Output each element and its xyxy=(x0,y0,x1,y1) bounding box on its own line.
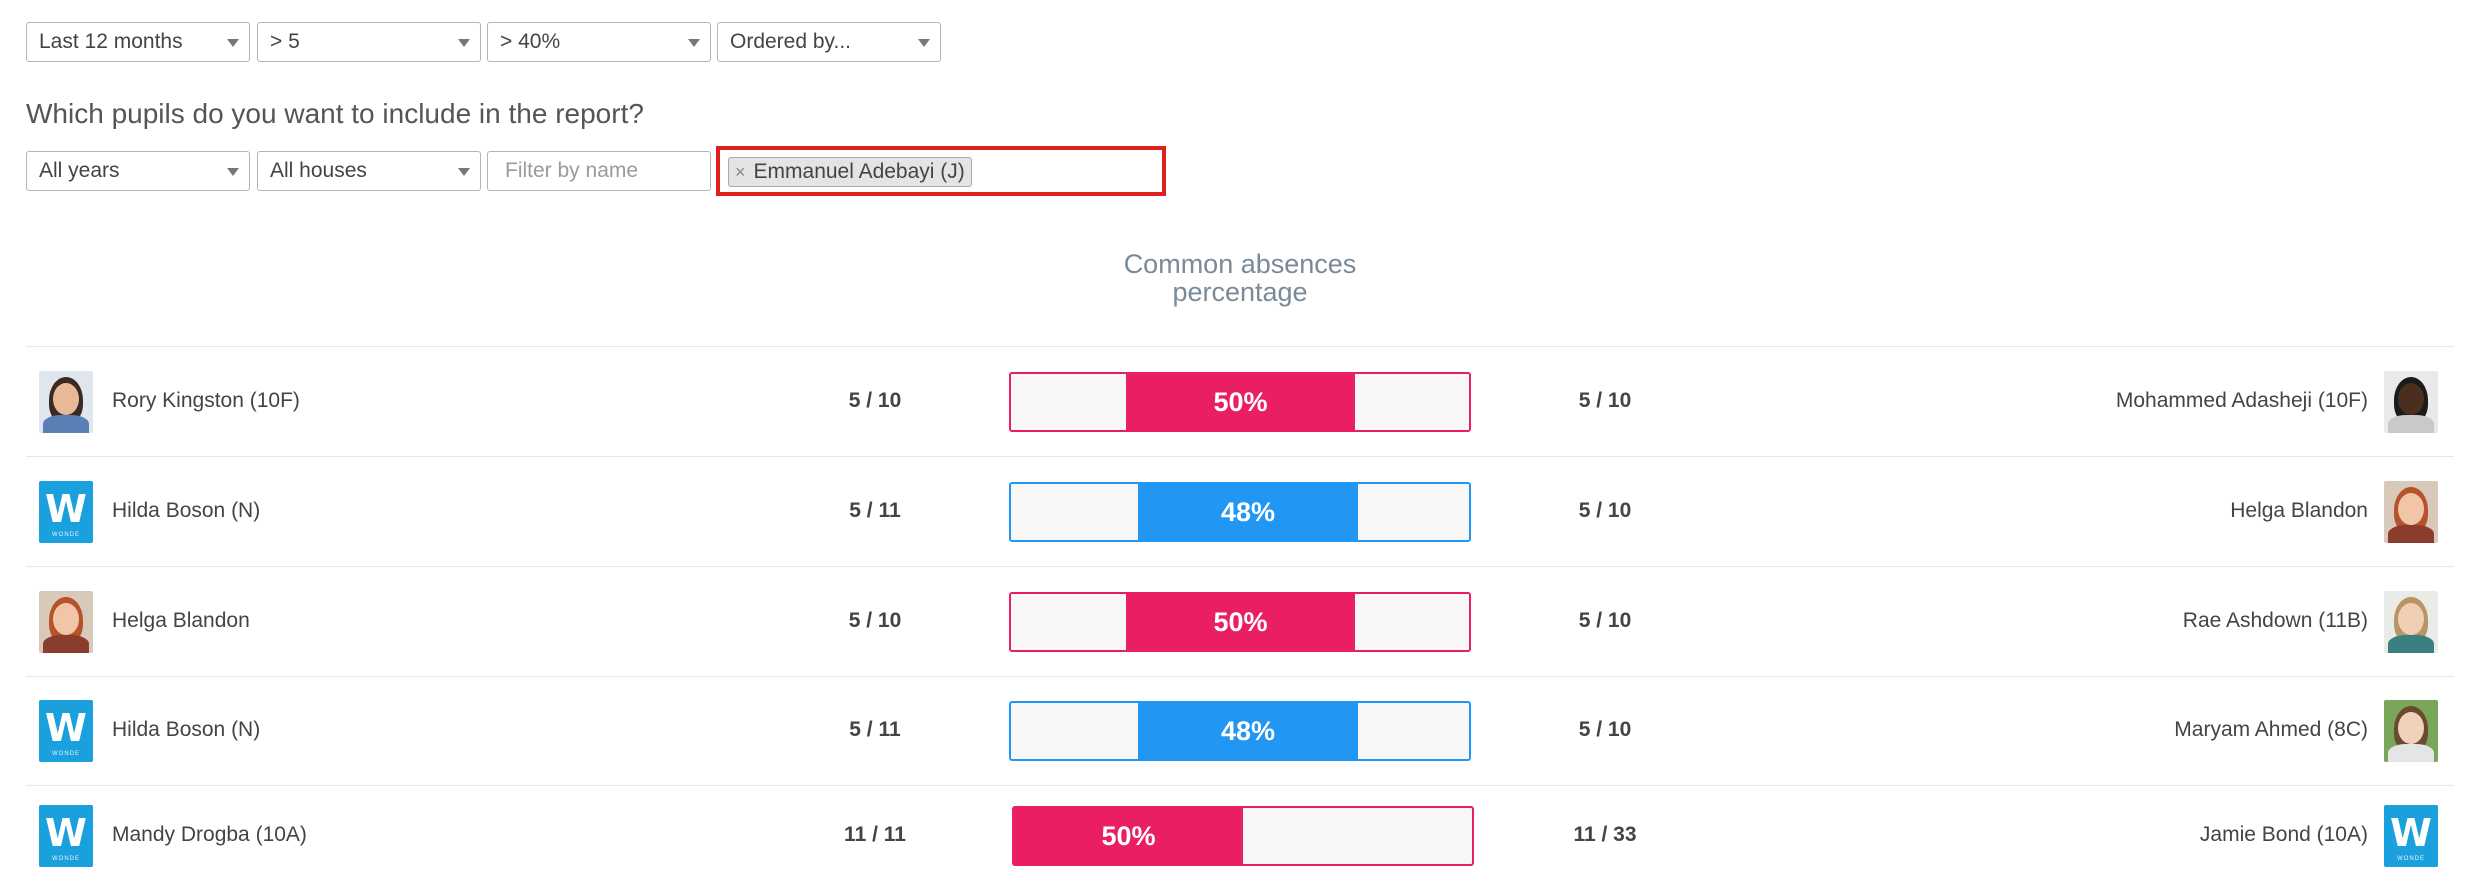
order-select[interactable]: Ordered by... xyxy=(717,22,941,62)
wonde-logo-letter: W xyxy=(2390,811,2432,855)
pupil-photo-avatar xyxy=(2384,371,2438,433)
absence-percentage-bar: 48% xyxy=(1009,701,1471,761)
wonde-logo-letter: W xyxy=(45,706,87,750)
left-pupil-name[interactable]: Hilda Boson (N) xyxy=(112,718,260,742)
pupil-photo-avatar xyxy=(2384,591,2438,653)
left-pupil-name[interactable]: Hilda Boson (N) xyxy=(112,499,260,523)
left-score: 5 / 10 xyxy=(848,609,902,632)
period-select-value: Last 12 months xyxy=(39,30,183,53)
right-pupil-name[interactable]: Maryam Ahmed (8C) xyxy=(2174,718,2368,742)
chevron-down-icon xyxy=(227,39,239,47)
right-score: 5 / 10 xyxy=(1578,718,1632,741)
pupil-photo-avatar xyxy=(39,591,93,653)
absence-percentage-bar: 48% xyxy=(1009,482,1471,542)
bar-percent-label: 50% xyxy=(1101,821,1156,851)
bar-percent-label: 48% xyxy=(1220,716,1276,746)
name-filter-placeholder: Filter by name xyxy=(505,159,639,182)
chevron-down-icon xyxy=(688,39,700,47)
wonde-logo-avatar: W WONDE xyxy=(39,481,93,543)
order-select-value: Ordered by... xyxy=(730,30,851,53)
pupil-photo-avatar xyxy=(2384,700,2438,762)
selected-pupils-box[interactable]: × Emmanuel Adebayi (J) xyxy=(716,146,1166,196)
column-header-line1: Common absences xyxy=(1123,249,1357,279)
selected-pupil-tag[interactable]: × Emmanuel Adebayi (J) xyxy=(728,157,972,187)
divider xyxy=(26,676,2454,677)
divider xyxy=(26,346,2454,347)
divider xyxy=(26,456,2454,457)
column-header-line2: percentage xyxy=(1172,277,1308,307)
period-select[interactable]: Last 12 months xyxy=(26,22,250,62)
houses-select[interactable]: All houses xyxy=(257,151,481,191)
absence-percentage-bar: 50% xyxy=(1012,806,1474,866)
bar-percent-label: 50% xyxy=(1213,607,1268,637)
right-pupil-name[interactable]: Mohammed Adasheji (10F) xyxy=(2116,389,2368,413)
years-select-value: All years xyxy=(39,159,120,182)
pupil-question: Which pupils do you want to include in t… xyxy=(26,98,644,129)
absence-percentage-bar: 50% xyxy=(1009,592,1471,652)
left-score: 5 / 10 xyxy=(848,389,902,412)
percentage-select[interactable]: > 40% xyxy=(487,22,711,62)
right-score: 5 / 10 xyxy=(1578,389,1632,412)
pupil-photo-avatar xyxy=(39,371,93,433)
right-score: 5 / 10 xyxy=(1578,609,1632,632)
left-score: 5 / 11 xyxy=(849,499,901,522)
pupil-photo-avatar xyxy=(2384,481,2438,543)
houses-select-value: All houses xyxy=(270,159,367,182)
wonde-logo-text: WONDE xyxy=(52,532,80,538)
wonde-logo-text: WONDE xyxy=(52,751,80,757)
left-score: 5 / 11 xyxy=(849,718,901,741)
wonde-logo-text: WONDE xyxy=(2397,856,2425,862)
minimum-select-value: > 5 xyxy=(270,30,300,53)
percentage-select-value: > 40% xyxy=(500,30,561,53)
chevron-down-icon xyxy=(458,39,470,47)
divider xyxy=(26,785,2454,786)
divider xyxy=(26,566,2454,567)
chevron-down-icon xyxy=(227,168,239,176)
right-pupil-name[interactable]: Rae Ashdown (11B) xyxy=(2183,609,2368,633)
left-pupil-name[interactable]: Helga Blandon xyxy=(112,609,250,633)
chevron-down-icon xyxy=(458,168,470,176)
left-score: 11 / 11 xyxy=(844,823,906,846)
name-filter-input[interactable]: Filter by name xyxy=(487,151,711,191)
wonde-logo-avatar: W WONDE xyxy=(39,700,93,762)
minimum-select[interactable]: > 5 xyxy=(257,22,481,62)
right-score: 11 / 33 xyxy=(1573,823,1637,846)
absence-report: Last 12 months > 5 > 40% Ordered by... W… xyxy=(0,0,2482,886)
left-pupil-name[interactable]: Mandy Drogba (10A) xyxy=(112,823,307,847)
years-select[interactable]: All years xyxy=(26,151,250,191)
wonde-logo-avatar: W WONDE xyxy=(2384,805,2438,867)
left-pupil-name[interactable]: Rory Kingston (10F) xyxy=(112,389,300,413)
bar-percent-label: 50% xyxy=(1213,387,1268,417)
right-pupil-name[interactable]: Jamie Bond (10A) xyxy=(2200,823,2368,847)
column-header: Common absences percentage xyxy=(1050,250,1430,306)
wonde-logo-avatar: W WONDE xyxy=(39,805,93,867)
selected-pupil-label: Emmanuel Adebayi (J) xyxy=(753,160,965,183)
wonde-logo-letter: W xyxy=(45,487,87,531)
right-pupil-name[interactable]: Helga Blandon xyxy=(2230,499,2368,523)
bar-percent-label: 48% xyxy=(1220,497,1276,527)
wonde-logo-letter: W xyxy=(45,811,87,855)
wonde-logo-text: WONDE xyxy=(52,856,80,862)
chevron-down-icon xyxy=(918,39,930,47)
remove-tag-icon[interactable]: × xyxy=(735,162,746,182)
absence-percentage-bar: 50% xyxy=(1009,372,1471,432)
right-score: 5 / 10 xyxy=(1578,499,1632,522)
